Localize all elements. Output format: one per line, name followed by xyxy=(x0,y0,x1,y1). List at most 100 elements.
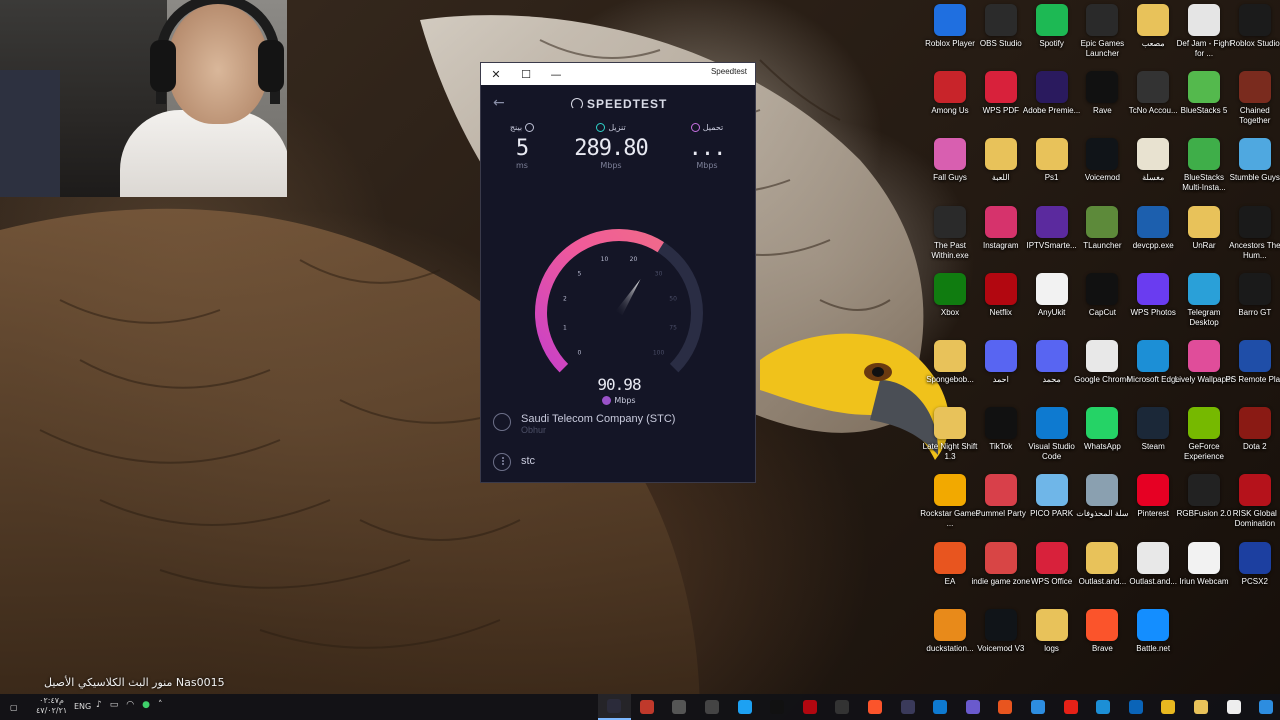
language-indicator[interactable]: ENG xyxy=(74,702,91,711)
origin-taskbar-icon[interactable] xyxy=(989,694,1022,720)
close-icon: ✕ xyxy=(491,67,501,81)
outlook-taskbar-icon[interactable] xyxy=(1120,694,1153,720)
twitter-taskbar-icon[interactable] xyxy=(728,694,761,720)
desktop-icon[interactable]: PS Remote Play xyxy=(1225,340,1280,385)
gauge-tick-label: 30 xyxy=(655,270,663,277)
desktop-icon-label: Battle.net xyxy=(1136,643,1171,653)
tiktok-taskbar-icon[interactable] xyxy=(761,694,794,720)
server-info[interactable]: stc xyxy=(493,453,535,471)
desktop-icon[interactable]: Dota 2 xyxy=(1225,407,1280,452)
volume-icon[interactable]: ♪ xyxy=(96,700,102,710)
app-icon xyxy=(934,4,966,36)
speedtest-logo: SPEEDTEST xyxy=(571,97,667,111)
chrome-taskbar-icon[interactable] xyxy=(1152,694,1185,720)
app-icon xyxy=(984,474,1017,507)
app-taskbar-icon[interactable] xyxy=(891,694,924,720)
app-icon xyxy=(1035,474,1068,507)
app-icon xyxy=(984,608,1017,641)
taskbar-clock[interactable]: م٠٢:٤٧ ٤٧/٠٢/٢١ xyxy=(36,696,67,716)
wifi-icon[interactable]: ◠ xyxy=(126,700,134,710)
app-icon xyxy=(1188,71,1220,104)
speedtest-body: ← SPEEDTEST بينج 5 ms تنزيل 289.80 Mbps … xyxy=(481,85,755,483)
close-window-button[interactable]: ✕ xyxy=(481,63,511,85)
tray-icons: ♪ ▭ ◠ ● ˄ xyxy=(96,700,162,710)
stream-overlay-text: منور البث الكلاسيكي الأصيل Nas0015 xyxy=(44,676,225,689)
brave-taskbar-icon[interactable] xyxy=(859,694,892,720)
desktop-icon[interactable]: PCSX2 xyxy=(1225,541,1280,587)
headset-earcup-right xyxy=(258,40,284,92)
desktop-icon-label: RISK Global Domination xyxy=(1232,509,1277,529)
youtube-taskbar-icon[interactable] xyxy=(1054,694,1087,720)
gauge-tick-label: 2 xyxy=(563,296,567,303)
back-arrow-icon[interactable]: ← xyxy=(493,95,505,111)
taskbar-app-glyph xyxy=(868,700,883,714)
desktop-icon-label: PS Remote Play xyxy=(1225,375,1280,384)
headset-earcup-left xyxy=(150,40,176,92)
chevron-up-icon[interactable]: ˄ xyxy=(158,700,163,710)
app-icon xyxy=(1137,138,1170,171)
search-taskbar-icon[interactable] xyxy=(1217,694,1250,720)
edge-taskbar-icon[interactable] xyxy=(1087,694,1120,720)
taskbar-app-glyph xyxy=(672,700,687,714)
gauge-readout: 90.98 Mbps xyxy=(481,375,757,405)
app-icon xyxy=(1086,474,1119,507)
app-icon xyxy=(984,272,1017,305)
app-icon xyxy=(1086,541,1119,574)
settings-taskbar-icon[interactable] xyxy=(663,694,696,720)
app-icon xyxy=(1137,407,1170,440)
obs-taskbar-icon[interactable] xyxy=(631,694,664,720)
taskbar-app-glyph xyxy=(770,700,785,714)
desktop-icon-label: Stumble Guys xyxy=(1229,173,1280,183)
app-icon xyxy=(1035,4,1068,36)
desktop-icon-label: Chained Together xyxy=(1239,106,1271,126)
download-label: تنزيل xyxy=(608,123,626,132)
ping-value: 5 xyxy=(515,136,529,161)
speedtest-window[interactable]: ✕ ☐ — Speedtest ← SPEEDTEST بينج 5 ms تن… xyxy=(480,62,756,483)
globe-icon xyxy=(493,413,511,431)
explorer-taskbar-icon[interactable] xyxy=(1185,694,1218,720)
isp-location: Obhur xyxy=(521,425,547,435)
app-icon xyxy=(1086,205,1119,238)
gauge-tick-label: 75 xyxy=(669,324,677,331)
start-taskbar-icon[interactable] xyxy=(1250,694,1280,720)
speedtest2-taskbar-icon[interactable] xyxy=(696,694,729,720)
taskbar-app-glyph xyxy=(933,700,948,714)
clock-time: م٠٢:٤٧ xyxy=(39,696,64,705)
ping-metric: بينج 5 ms xyxy=(491,123,553,170)
desktop-icon[interactable]: Roblox Studio xyxy=(1225,4,1280,49)
network-icon[interactable]: ▭ xyxy=(110,700,119,710)
isp-info[interactable]: Saudi Telecom Company (STC) Obhur xyxy=(493,413,675,435)
desktop-icon[interactable]: Ancestors The Hum... xyxy=(1225,205,1280,261)
taskbar: ▢ م٠٢:٤٧ ٤٧/٠٢/٢١ ENG ♪ ▭ ◠ ● ˄ xyxy=(0,694,1280,720)
window-titlebar[interactable]: ✕ ☐ — Speedtest xyxy=(481,63,755,85)
desktop-icon[interactable]: Battle.net xyxy=(1123,608,1183,654)
app-icon xyxy=(1188,4,1220,36)
desktop-icon[interactable]: Barro GT xyxy=(1225,272,1280,318)
taskbar-app-glyph xyxy=(998,700,1013,714)
taskbar-app-glyph xyxy=(639,700,654,714)
app-icon xyxy=(1188,407,1220,440)
app-icon xyxy=(1035,541,1068,574)
taskbar-app-glyph xyxy=(1193,700,1208,714)
desktop-icon[interactable]: Stumble Guys xyxy=(1225,138,1280,183)
app-icon xyxy=(1137,71,1170,104)
store-taskbar-icon[interactable] xyxy=(1022,694,1055,720)
maximize-window-button[interactable]: ☐ xyxy=(511,63,541,85)
app-icon xyxy=(1035,138,1068,171)
speedtest-taskbar-icon[interactable] xyxy=(598,694,631,720)
tray-app-icon[interactable]: ● xyxy=(142,700,150,710)
desktop-icon[interactable]: Chained Together xyxy=(1225,71,1280,126)
desktop-icon[interactable]: RISK Global Domination xyxy=(1225,474,1280,529)
speedtest-gauge-icon xyxy=(571,98,583,110)
taskbar-app-glyph xyxy=(1096,700,1111,714)
netflix-taskbar-icon[interactable] xyxy=(794,694,827,720)
app-icon xyxy=(1188,474,1220,507)
app-icon xyxy=(1086,272,1119,305)
app-icon xyxy=(1238,340,1271,372)
vscode-taskbar-icon[interactable] xyxy=(924,694,957,720)
app-icon xyxy=(984,340,1017,372)
epic-taskbar-icon[interactable] xyxy=(826,694,859,720)
minimize-window-button[interactable]: — xyxy=(541,63,571,85)
game-taskbar-icon[interactable] xyxy=(957,694,990,720)
notification-icon[interactable]: ▢ xyxy=(10,703,18,712)
